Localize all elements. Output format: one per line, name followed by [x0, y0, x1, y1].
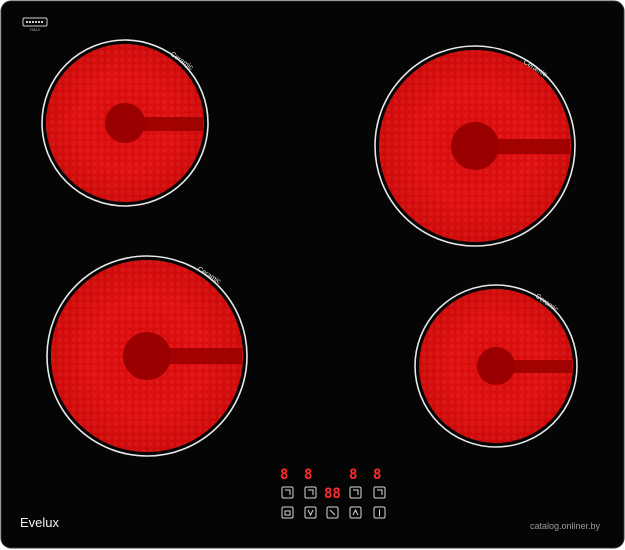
ceramic-hob-image: ITALY Ceramic Ceramic Ceramic Ceramic 8 … [0, 0, 625, 549]
watermark: catalog.onliner.by [530, 521, 601, 531]
brand-name: Evelux [20, 515, 60, 530]
zone-display-3: 8 [349, 467, 357, 483]
timer-display: 88 [324, 486, 341, 502]
zone-display-2: 8 [304, 467, 312, 483]
zone-display-4: 8 [373, 467, 381, 483]
zone-display-1: 8 [280, 467, 288, 483]
svg-text:ITALY: ITALY [30, 27, 41, 32]
